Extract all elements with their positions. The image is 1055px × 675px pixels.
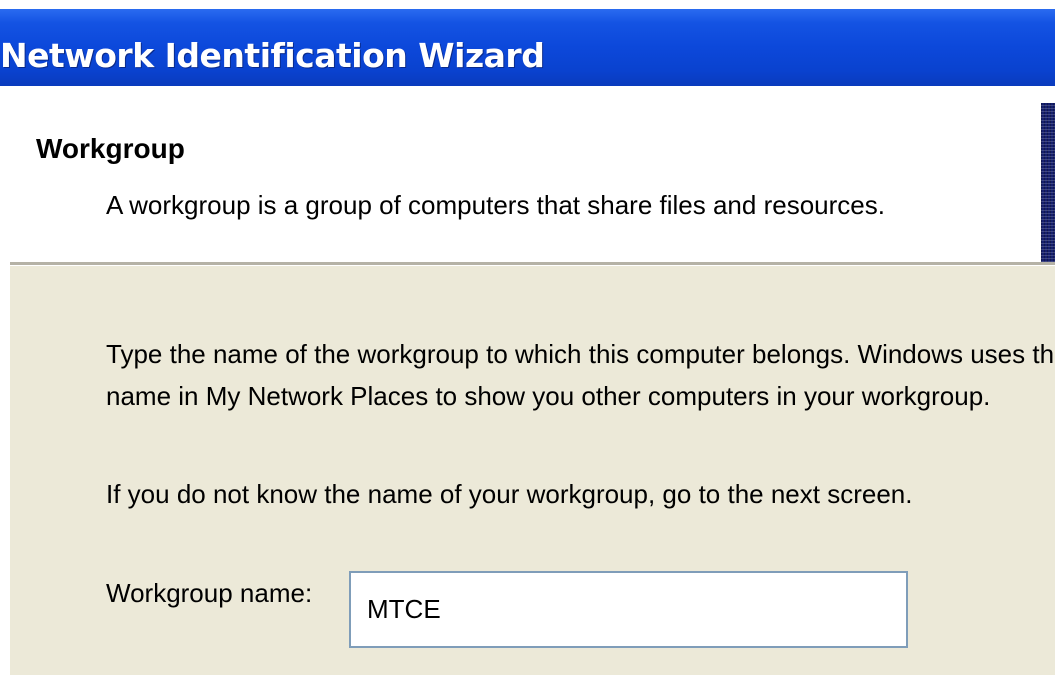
- header-subtitle: A workgroup is a group of computers that…: [106, 190, 885, 220]
- title-bar[interactable]: Network Identification Wizard: [0, 9, 1055, 86]
- hint-text: If you do not know the name of your work…: [106, 479, 913, 509]
- wizard-window: Network Identification Wizard Workgroup …: [0, 0, 1055, 675]
- workgroup-name-input[interactable]: [349, 571, 908, 648]
- window-top-edge: [0, 0, 1055, 9]
- instructions-line-2: name in My Network Places to show you ot…: [106, 381, 991, 411]
- instructions-line-1: Type the name of the workgroup to which …: [106, 339, 1055, 369]
- workgroup-name-label: Workgroup name:: [106, 578, 313, 608]
- window-title: Network Identification Wizard: [0, 36, 545, 75]
- header-title: Workgroup: [36, 133, 185, 164]
- wizard-header-image: [1041, 103, 1055, 271]
- wizard-header: [0, 86, 1055, 263]
